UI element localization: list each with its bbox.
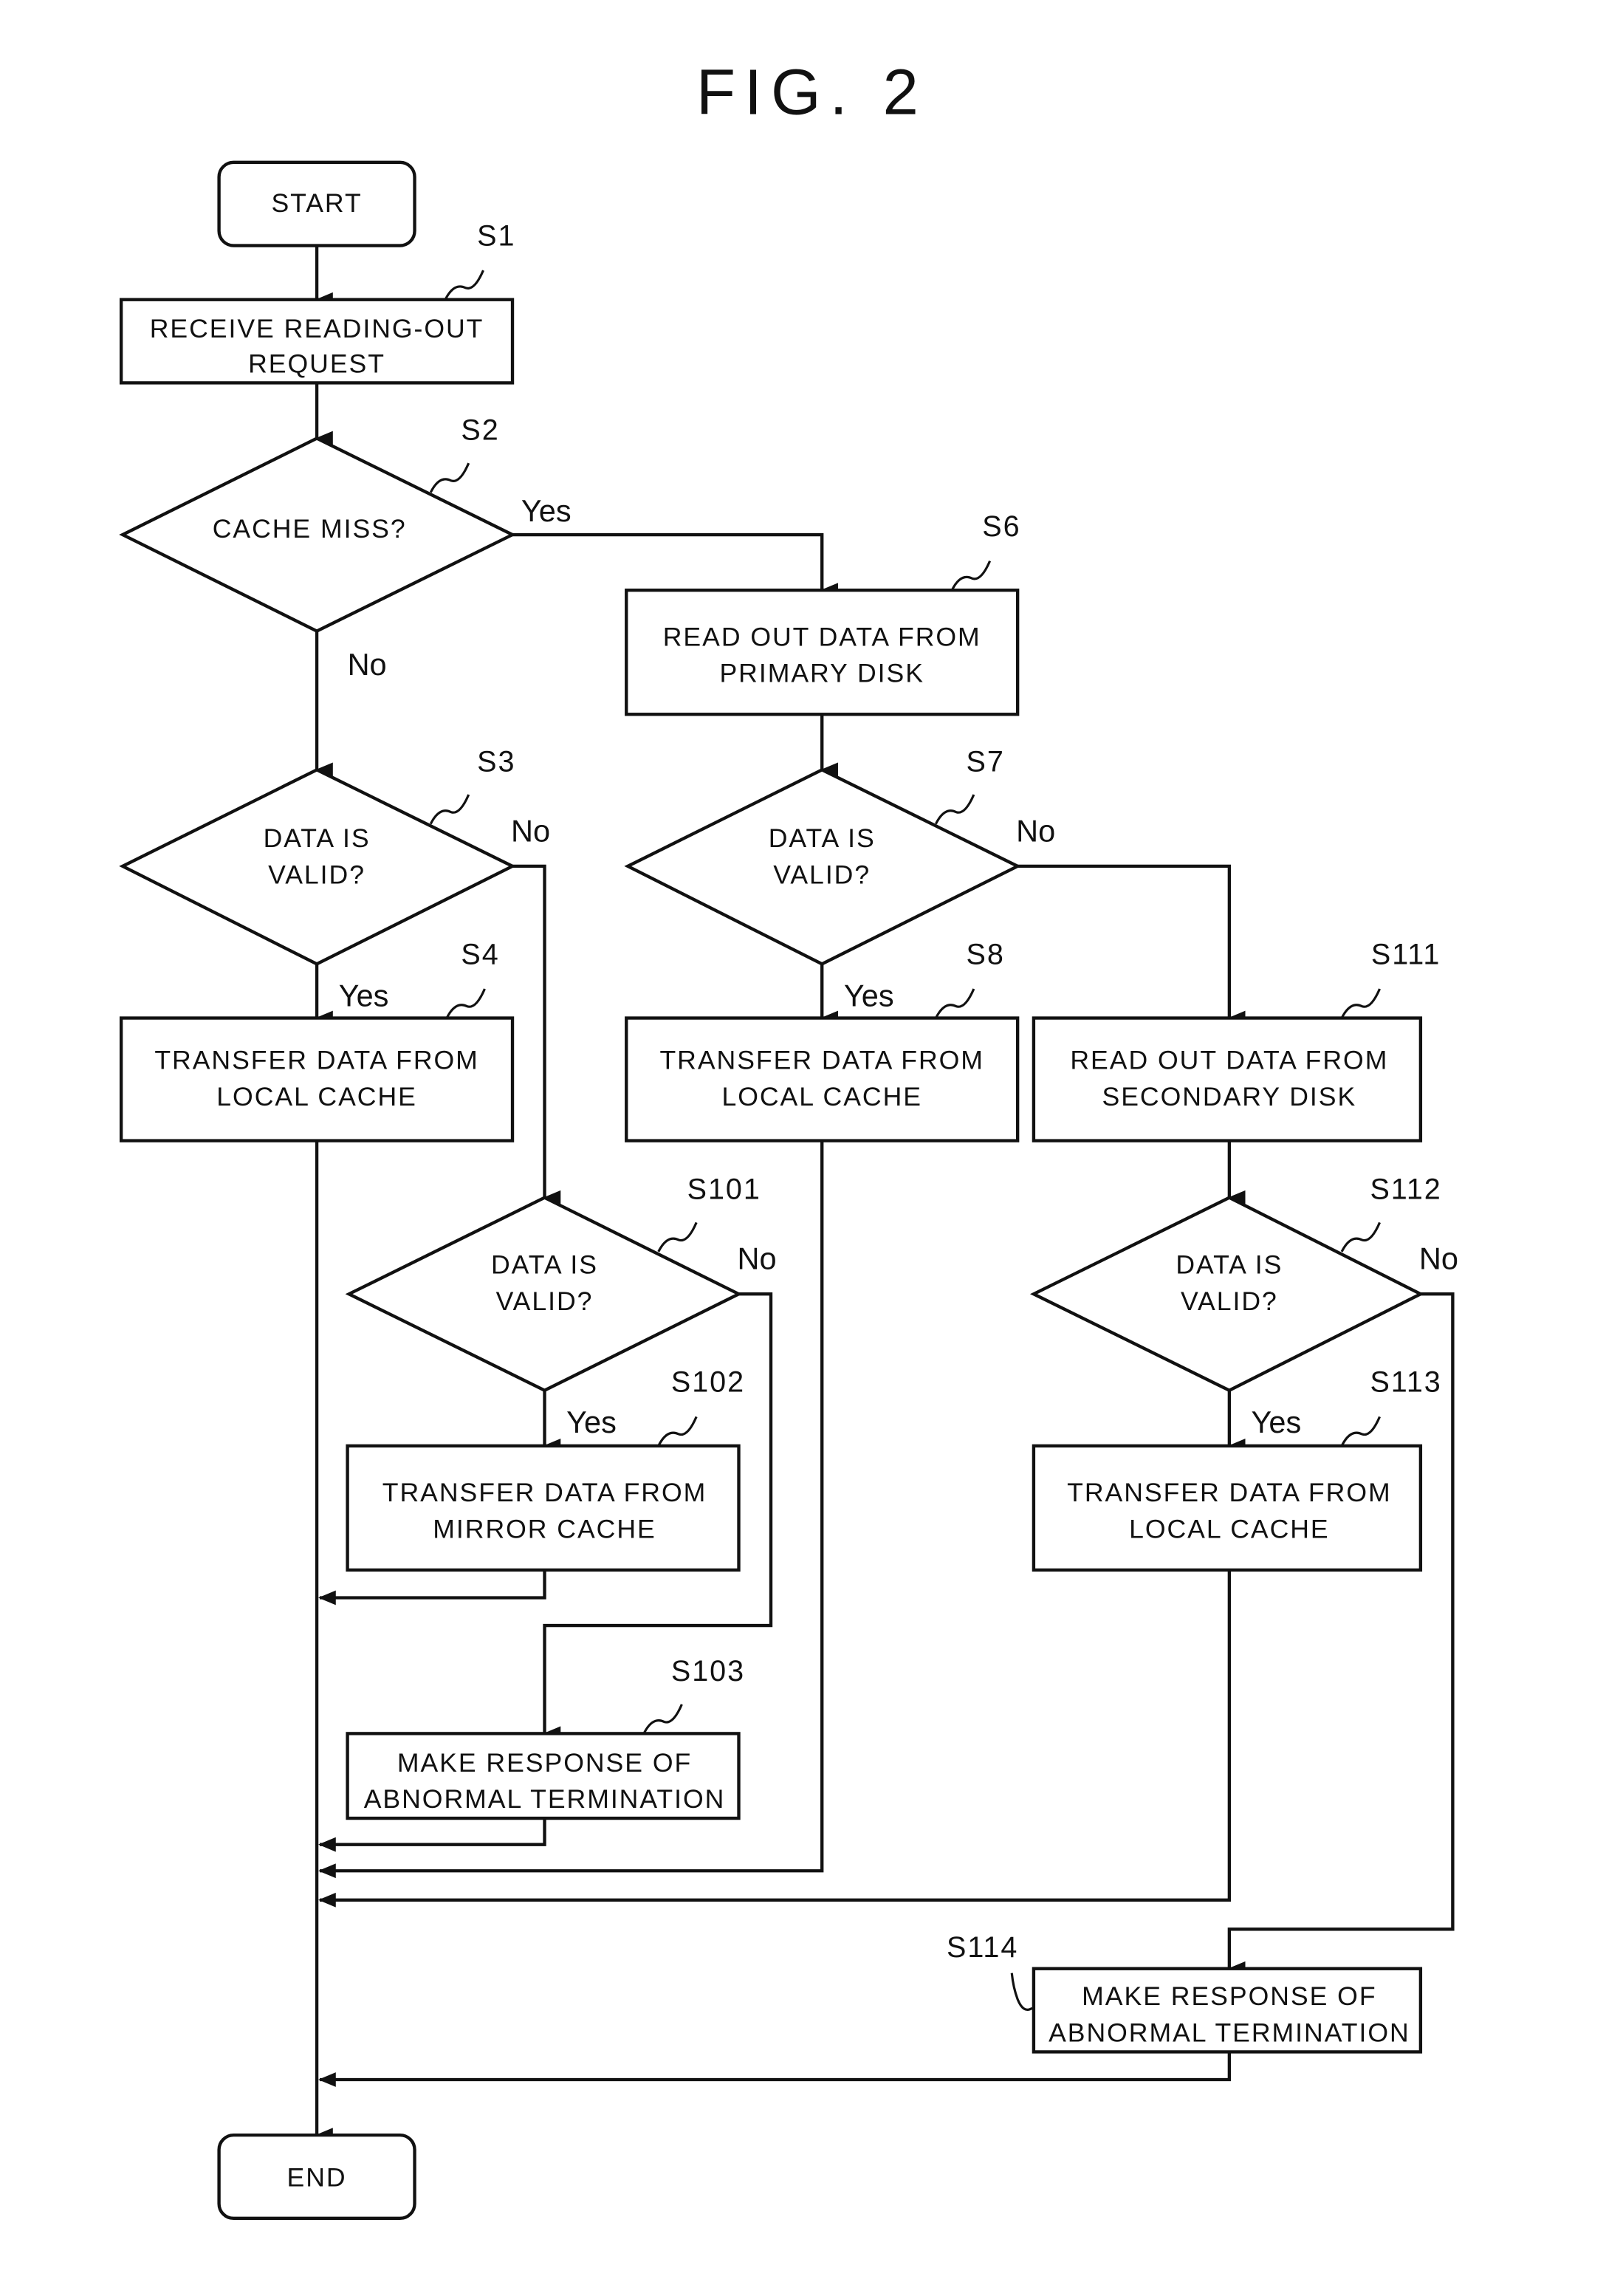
s8-step-id: S8 — [967, 938, 1005, 970]
s113-label-line1: TRANSFER DATA FROM — [1067, 1478, 1391, 1507]
s2-leader — [429, 462, 470, 493]
s111-step-id: S111 — [1371, 938, 1441, 970]
edge-s103-merge — [318, 1818, 546, 1852]
s4-leader — [445, 988, 486, 1019]
s101-leader — [657, 1221, 698, 1252]
decision-s101: DATA IS VALID? S101 No Yes — [345, 1173, 777, 1439]
end-label: END — [287, 2162, 347, 2192]
s2-yes-label: Yes — [521, 493, 572, 528]
s6-leader — [950, 561, 992, 591]
start-label: START — [271, 188, 362, 218]
decision-s3: DATA IS VALID? S3 No Yes — [119, 745, 550, 1013]
s8-label-line1: TRANSFER DATA FROM — [659, 1046, 984, 1075]
edge-s3-s101-no — [512, 864, 561, 1205]
step-s113: TRANSFER DATA FROM LOCAL CACHE S113 — [1032, 1366, 1441, 1572]
s103-step-id: S103 — [671, 1655, 745, 1687]
s112-no-label: No — [1419, 1241, 1458, 1276]
s103-label-line2: ABNORMAL TERMINATION — [364, 1784, 726, 1814]
s3-leader — [429, 794, 470, 825]
s102-leader — [657, 1416, 698, 1447]
s3-step-id: S3 — [477, 745, 515, 778]
s6-label-line2: PRIMARY DISK — [719, 659, 924, 688]
s112-step-id: S112 — [1370, 1173, 1441, 1206]
s7-leader — [935, 794, 975, 825]
s3-no-label: No — [511, 813, 550, 848]
s111-leader — [1340, 988, 1381, 1019]
s113-leader — [1340, 1416, 1381, 1447]
s6-step-id: S6 — [982, 510, 1020, 543]
s3-yes-label: Yes — [339, 979, 389, 1013]
s8-label-line2: LOCAL CACHE — [721, 1082, 922, 1111]
start-terminal: START — [217, 160, 416, 247]
s114-leader — [1010, 1973, 1033, 2011]
flowchart: FIG. 2 START RECEIVE READING-OUT REQUEST — [119, 57, 1458, 2221]
step-s6: READ OUT DATA FROM PRIMARY DISK S6 — [625, 510, 1020, 716]
edge-s2-s6-yes — [512, 532, 838, 598]
s101-label-line1: DATA IS — [491, 1250, 598, 1280]
step-s114: MAKE RESPONSE OF ABNORMAL TERMINATION S1… — [947, 1931, 1423, 2054]
s111-label-line1: READ OUT DATA FROM — [1070, 1046, 1388, 1075]
s113-label-line2: LOCAL CACHE — [1129, 1514, 1330, 1543]
s7-label-line1: DATA IS — [769, 823, 876, 853]
s112-label-line2: VALID? — [1181, 1286, 1278, 1316]
s113-step-id: S113 — [1370, 1366, 1441, 1399]
step-s103: MAKE RESPONSE OF ABNORMAL TERMINATION S1… — [346, 1655, 745, 1820]
s111-label-line2: SECONDARY DISK — [1102, 1082, 1357, 1111]
s102-step-id: S102 — [671, 1366, 745, 1399]
s7-yes-label: Yes — [844, 979, 894, 1013]
s4-label-line1: TRANSFER DATA FROM — [154, 1046, 478, 1075]
decision-s2: CACHE MISS? S2 Yes No — [119, 414, 572, 682]
s7-no-label: No — [1016, 813, 1055, 848]
decision-s7: DATA IS VALID? S7 No Yes — [624, 745, 1055, 1013]
s112-yes-label: Yes — [1252, 1405, 1302, 1439]
edge-s102-merge — [318, 1569, 546, 1606]
s101-yes-label: Yes — [566, 1405, 617, 1439]
s112-label-line1: DATA IS — [1176, 1250, 1283, 1280]
end-terminal: END — [217, 2133, 416, 2221]
s112-leader — [1340, 1221, 1381, 1252]
s2-label: CACHE MISS? — [213, 514, 407, 544]
s2-step-id: S2 — [461, 414, 499, 447]
s3-label-line1: DATA IS — [264, 823, 371, 853]
s102-label-line2: MIRROR CACHE — [433, 1514, 656, 1543]
step-s111: READ OUT DATA FROM SECONDARY DISK S111 — [1032, 938, 1441, 1142]
edge-s114-merge — [318, 2052, 1232, 2087]
s7-step-id: S7 — [967, 745, 1005, 778]
s114-label-line2: ABNORMAL TERMINATION — [1049, 2018, 1410, 2048]
s6-label-line1: READ OUT DATA FROM — [663, 622, 981, 651]
s103-label-line1: MAKE RESPONSE OF — [397, 1748, 692, 1778]
s1-label-line2: REQUEST — [248, 349, 385, 379]
s7-label-line2: VALID? — [773, 860, 871, 890]
s4-step-id: S4 — [461, 938, 499, 970]
decision-s112: DATA IS VALID? S112 No Yes — [1029, 1173, 1458, 1439]
s102-label-line1: TRANSFER DATA FROM — [382, 1478, 707, 1507]
s101-no-label: No — [738, 1241, 777, 1276]
s1-step-id: S1 — [477, 220, 515, 253]
s2-no-label: No — [348, 647, 387, 682]
s114-label-line1: MAKE RESPONSE OF — [1082, 1981, 1376, 2011]
s114-step-id: S114 — [947, 1931, 1018, 1964]
s1-label-line1: RECEIVE READING-OUT — [150, 314, 484, 343]
s4-label-line2: LOCAL CACHE — [216, 1082, 417, 1111]
s3-label-line2: VALID? — [268, 860, 366, 890]
s101-step-id: S101 — [687, 1173, 761, 1206]
s8-leader — [935, 988, 975, 1019]
s103-leader — [642, 1704, 683, 1735]
step-s102: TRANSFER DATA FROM MIRROR CACHE S102 — [346, 1366, 745, 1572]
edge-s7-s111-no — [1018, 864, 1246, 1026]
s101-label-line2: VALID? — [496, 1286, 594, 1316]
s1-leader — [444, 270, 484, 301]
figure-title: FIG. 2 — [696, 57, 927, 128]
